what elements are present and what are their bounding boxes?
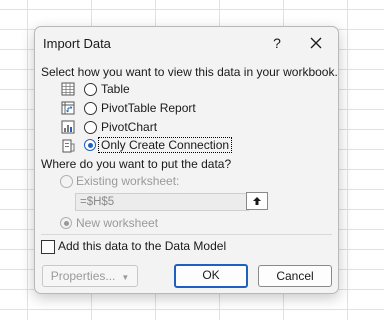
collapse-dialog-button[interactable] xyxy=(246,192,268,210)
radio-new-worksheet[interactable] xyxy=(60,217,72,229)
pivottable-icon xyxy=(61,101,75,115)
cell-reference-input[interactable]: =$H$5 xyxy=(75,193,249,211)
ok-button[interactable]: OK xyxy=(174,264,248,288)
label-only-create-connection: Only Create Connection xyxy=(98,137,233,153)
label-pivotchart: PivotChart xyxy=(101,120,158,134)
radio-table[interactable] xyxy=(84,83,97,96)
properties-label: Properties... xyxy=(50,269,116,283)
label-new-worksheet: New worksheet xyxy=(76,216,159,230)
properties-button[interactable]: Properties... ▼ xyxy=(42,265,138,287)
cancel-button[interactable]: Cancel xyxy=(258,265,332,287)
label-wrapper-connection: Only Create Connection xyxy=(98,137,233,153)
import-data-dialog: Import Data ? Select how you want to vie… xyxy=(34,26,339,294)
connection-icon xyxy=(62,139,75,153)
radio-pivotchart[interactable] xyxy=(84,121,97,134)
dialog-title: Import Data xyxy=(43,36,111,51)
radio-only-create-connection[interactable] xyxy=(84,139,96,151)
label-existing-worksheet: Existing worksheet: xyxy=(76,174,180,188)
label-pivottable: PivotTable Report xyxy=(101,101,196,115)
radio-existing-worksheet[interactable] xyxy=(60,175,73,188)
view-prompt: Select how you want to view this data in… xyxy=(41,65,338,79)
help-button[interactable]: ? xyxy=(265,32,289,54)
location-prompt: Where do you want to put the data? xyxy=(41,157,232,171)
table-icon xyxy=(61,82,75,96)
chevron-down-icon: ▼ xyxy=(121,273,130,282)
arrow-up-icon xyxy=(253,197,261,205)
data-model-checkbox[interactable] xyxy=(41,240,55,254)
label-table: Table xyxy=(101,82,130,96)
close-button[interactable] xyxy=(303,31,329,55)
data-model-label: Add this data to the Data Model xyxy=(58,239,227,253)
radio-pivottable[interactable] xyxy=(84,102,97,115)
pivotchart-icon xyxy=(61,120,75,134)
separator xyxy=(41,234,332,235)
close-icon xyxy=(310,37,322,49)
